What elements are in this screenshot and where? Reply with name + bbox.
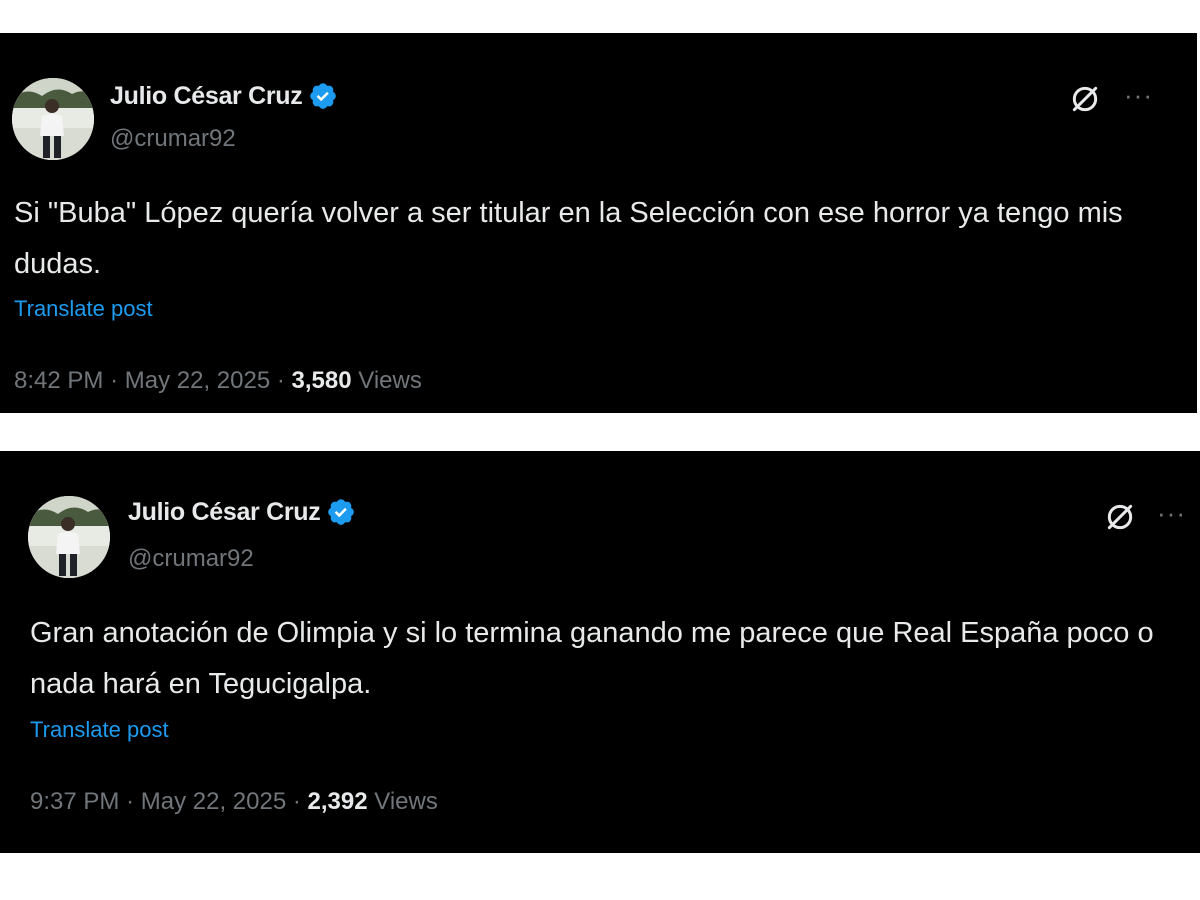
tweet-time[interactable]: 9:37 PM (30, 788, 119, 815)
meta-separator: · (126, 788, 135, 815)
views-count: 3,580 (291, 367, 352, 394)
translate-post-link[interactable]: Translate post (14, 296, 153, 322)
author-line: Julio César Cruz (110, 81, 338, 111)
meta-separator: · (292, 788, 301, 815)
tweet-date[interactable]: May 22, 2025 (141, 788, 286, 815)
tweet-meta: 8:42 PM · May 22, 2025 · 3,580 Views (14, 367, 422, 395)
meta-separator: · (110, 367, 119, 394)
display-name[interactable]: Julio César Cruz (110, 82, 303, 111)
views-count: 2,392 (307, 788, 368, 815)
tweet-card[interactable]: Julio César Cruz @crumar92 ··· Si "Buba"… (0, 33, 1197, 413)
tweet-text: Gran anotación de Olimpia y si lo termin… (30, 617, 1162, 700)
verified-badge-icon (326, 497, 356, 527)
tweet-text: Si "Buba" López quería volver a ser titu… (14, 197, 1131, 280)
user-handle[interactable]: @crumar92 (110, 125, 236, 153)
views-label: Views (374, 788, 438, 815)
tweet-time[interactable]: 8:42 PM (14, 367, 103, 394)
translate-post-link[interactable]: Translate post (30, 717, 169, 743)
tweet-meta: 9:37 PM · May 22, 2025 · 2,392 Views (30, 788, 438, 816)
avatar-photo (28, 496, 110, 578)
tweet-date[interactable]: May 22, 2025 (125, 367, 270, 394)
display-name[interactable]: Julio César Cruz (128, 498, 321, 527)
grok-icon[interactable] (1104, 501, 1136, 538)
author-line: Julio César Cruz (128, 497, 356, 527)
verified-badge-icon (308, 81, 338, 111)
tweet-card[interactable]: Julio César Cruz @crumar92 ··· Gran anot… (0, 451, 1200, 853)
avatar[interactable] (12, 78, 94, 160)
avatar[interactable] (28, 496, 110, 578)
avatar-photo (12, 78, 94, 160)
user-handle[interactable]: @crumar92 (128, 545, 254, 573)
meta-separator: · (276, 367, 285, 394)
more-options-icon[interactable]: ··· (1124, 82, 1153, 108)
views-label: Views (358, 367, 422, 394)
more-options-icon[interactable]: ··· (1157, 500, 1186, 526)
grok-icon[interactable] (1069, 83, 1101, 120)
